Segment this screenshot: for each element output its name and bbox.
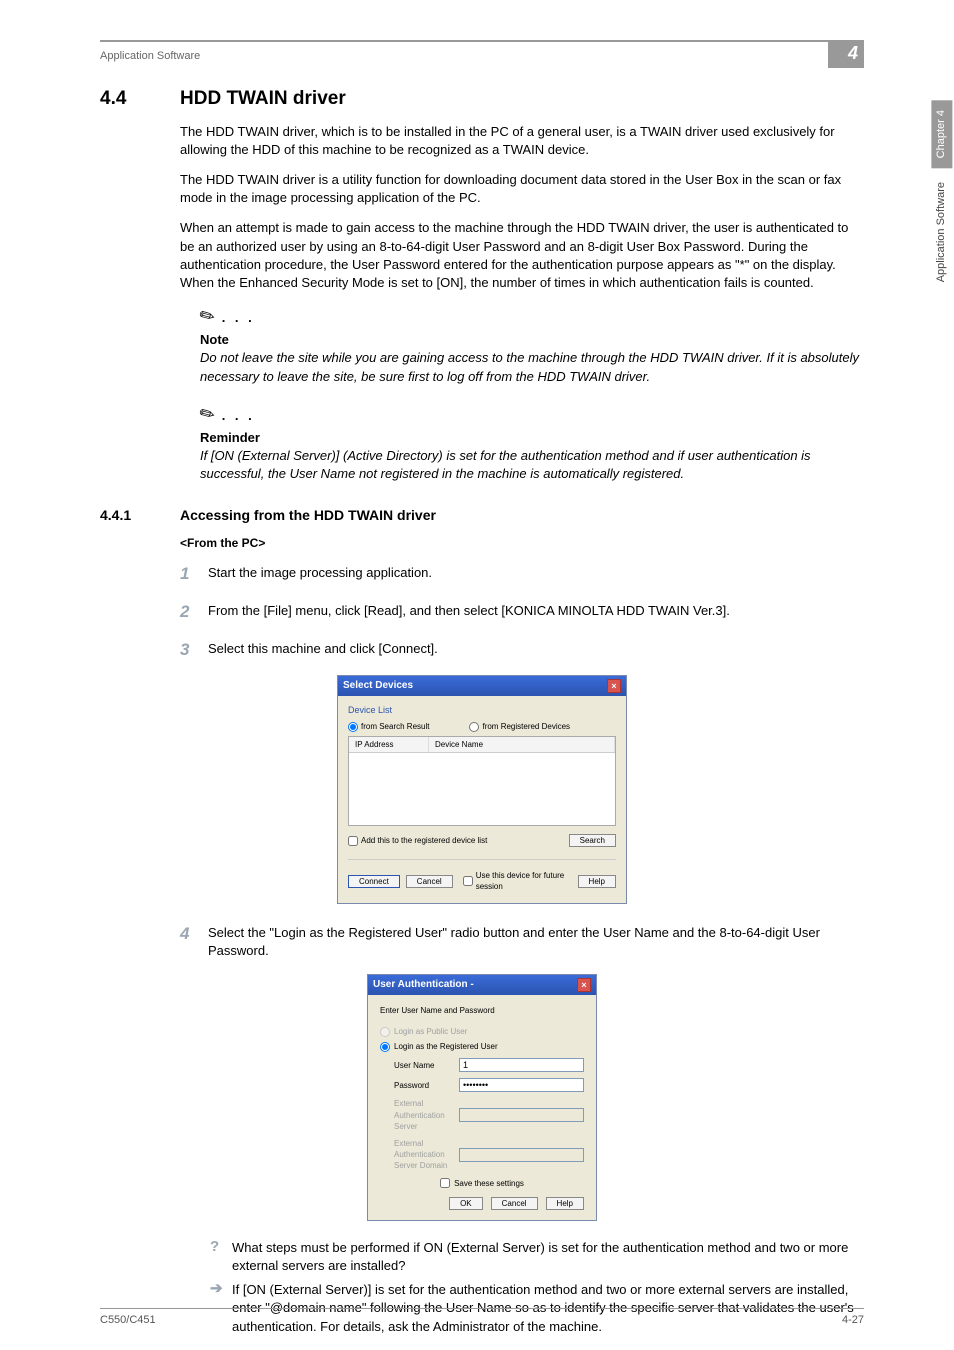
dialog-title: Select Devices bbox=[343, 679, 413, 693]
login-registered-radio[interactable]: Login as the Registered User bbox=[380, 1041, 584, 1052]
save-settings-checkbox[interactable]: Save these settings bbox=[380, 1178, 584, 1189]
auth-prompt: Enter User Name and Password bbox=[380, 1005, 584, 1016]
dialog-titlebar: User Authentication - × bbox=[368, 975, 596, 995]
subsection-title: Accessing from the HDD TWAIN driver bbox=[180, 506, 436, 526]
step-3: 3Select this machine and click [Connect]… bbox=[180, 638, 864, 662]
help-button[interactable]: Help bbox=[578, 875, 616, 888]
step-2: 2From the [File] menu, click [Read], and… bbox=[180, 600, 864, 624]
step-4: 4Select the "Login as the Registered Use… bbox=[180, 922, 864, 960]
password-label: Password bbox=[394, 1080, 459, 1091]
login-public-radio: Login as Public User bbox=[380, 1026, 584, 1037]
ext-auth-domain-input bbox=[459, 1148, 584, 1162]
dots-icon: . . . bbox=[215, 408, 255, 423]
ext-auth-server-label: External Authentication Server bbox=[394, 1098, 459, 1132]
question-text: What steps must be performed if ON (Exte… bbox=[232, 1239, 864, 1275]
dialog-titlebar: Select Devices × bbox=[338, 676, 626, 696]
dots-icon: . . . bbox=[215, 310, 255, 325]
use-for-future-checkbox[interactable]: Use this device for future session bbox=[463, 870, 566, 892]
note-title: Note bbox=[200, 331, 864, 349]
reminder-title: Reminder bbox=[200, 429, 864, 447]
reminder-callout: ✎ . . . Reminder If [ON (External Server… bbox=[200, 402, 864, 484]
select-devices-dialog: Select Devices × Device List from Search… bbox=[337, 675, 627, 903]
pencil-icon: ✎ bbox=[195, 302, 221, 331]
question-icon: ? bbox=[210, 1239, 232, 1275]
password-input[interactable] bbox=[459, 1078, 584, 1092]
device-list-group-label: Device List bbox=[348, 704, 616, 717]
col-device-name: Device Name bbox=[429, 737, 615, 752]
note-body: Do not leave the site while you are gain… bbox=[200, 349, 864, 385]
dialog-title: User Authentication - bbox=[373, 978, 474, 992]
user-authentication-dialog: User Authentication - × Enter User Name … bbox=[367, 974, 597, 1221]
ext-auth-server-input bbox=[459, 1108, 584, 1122]
cancel-button[interactable]: Cancel bbox=[491, 1197, 538, 1210]
page-footer: C550/C451 4-27 bbox=[100, 1308, 864, 1328]
paragraph-2: The HDD TWAIN driver is a utility functi… bbox=[180, 171, 864, 207]
col-ip-address: IP Address bbox=[349, 737, 429, 752]
section-heading: 4.4 HDD TWAIN driver bbox=[100, 86, 864, 113]
device-table[interactable]: IP Address Device Name bbox=[348, 736, 616, 826]
pencil-icon: ✎ bbox=[195, 400, 221, 429]
user-name-label: User Name bbox=[394, 1060, 459, 1071]
step-1: 1Start the image processing application. bbox=[180, 562, 864, 586]
note-callout: ✎ . . . Note Do not leave the site while… bbox=[200, 304, 864, 386]
footer-right: 4-27 bbox=[842, 1313, 864, 1328]
from-search-result-radio[interactable]: from Search Result bbox=[348, 721, 429, 732]
cancel-button[interactable]: Cancel bbox=[406, 875, 453, 888]
subsection-heading: 4.4.1 Accessing from the HDD TWAIN drive… bbox=[100, 506, 864, 526]
section-number: 4.4 bbox=[100, 86, 180, 113]
ok-button[interactable]: OK bbox=[449, 1197, 483, 1210]
subsection-number: 4.4.1 bbox=[100, 506, 180, 526]
side-chapter-label: Chapter 4 bbox=[931, 100, 952, 168]
search-button[interactable]: Search bbox=[569, 834, 616, 847]
steps-list-continued: 4Select the "Login as the Registered Use… bbox=[180, 922, 864, 960]
steps-list: 1Start the image processing application.… bbox=[180, 562, 864, 661]
connect-button[interactable]: Connect bbox=[348, 875, 400, 888]
from-registered-devices-radio[interactable]: from Registered Devices bbox=[469, 721, 570, 732]
header-left: Application Software bbox=[100, 45, 200, 64]
paragraph-3: When an attempt is made to gain access t… bbox=[180, 219, 864, 292]
ext-auth-domain-label: External Authentication Server Domain bbox=[394, 1138, 459, 1172]
procedure-context: <From the PC> bbox=[180, 535, 864, 552]
close-icon[interactable]: × bbox=[577, 978, 591, 992]
help-button[interactable]: Help bbox=[546, 1197, 584, 1210]
side-section-label: Application Software bbox=[931, 168, 952, 296]
chapter-number-tab: 4 bbox=[828, 42, 864, 68]
side-tab: Chapter 4 Application Software bbox=[930, 100, 954, 800]
reminder-body: If [ON (External Server)] (Active Direct… bbox=[200, 447, 864, 483]
add-to-registered-checkbox[interactable]: Add this to the registered device list bbox=[348, 835, 487, 846]
section-title: HDD TWAIN driver bbox=[180, 86, 346, 113]
close-icon[interactable]: × bbox=[607, 679, 621, 693]
page-header: Application Software 4 bbox=[100, 40, 864, 68]
user-name-input[interactable] bbox=[459, 1058, 584, 1072]
footer-left: C550/C451 bbox=[100, 1313, 156, 1328]
paragraph-1: The HDD TWAIN driver, which is to be ins… bbox=[180, 123, 864, 159]
